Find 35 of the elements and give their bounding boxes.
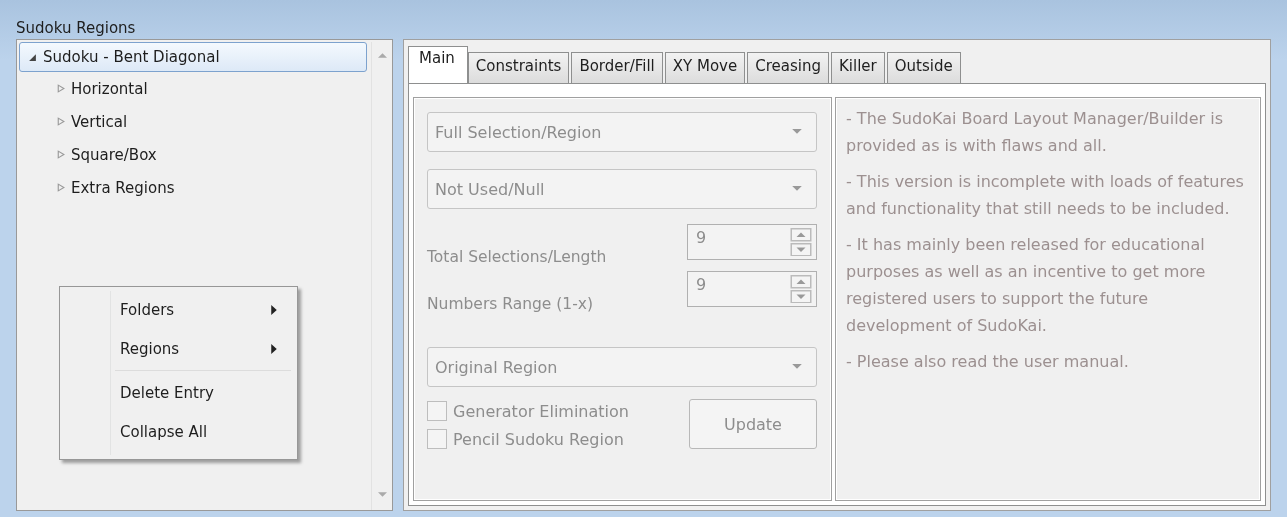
tab[interactable]: Creasing xyxy=(747,52,829,83)
scroll-down-icon[interactable] xyxy=(377,492,387,498)
scroll-up-icon[interactable] xyxy=(377,52,387,58)
window-title: Sudoku Regions xyxy=(16,18,137,39)
tab[interactable]: Outside xyxy=(886,52,961,83)
tree-item[interactable]: Extra Regions xyxy=(19,171,367,204)
dropdown-arrow-icon xyxy=(792,186,802,192)
tab[interactable]: Border/Fill xyxy=(571,52,663,83)
tree-item[interactable]: Sudoku - Bent Diagonal xyxy=(19,42,367,72)
note-paragraph: - This version is incomplete with loads of features and functionality that still needs to be included. xyxy=(846,171,1245,220)
menu-item[interactable]: Collapse All xyxy=(60,412,295,451)
menu-item[interactable]: Delete Entry xyxy=(60,373,295,412)
dropdown-arrow-icon xyxy=(792,364,802,370)
menu-item[interactable]: Regions xyxy=(60,329,295,368)
collapsed-triangle-icon[interactable] xyxy=(56,183,65,192)
field-label: Total Selections/Length xyxy=(427,248,607,266)
tab[interactable]: Constraints xyxy=(467,52,570,83)
tab[interactable]: XY Move xyxy=(664,52,746,83)
menu-item[interactable]: Folders xyxy=(60,290,295,329)
note-paragraph: - It has mainly been released for educational purposes as well as an incentive to get more registered users to support the future development of SudoKai. xyxy=(846,234,1207,337)
collapsed-triangle-icon[interactable] xyxy=(56,84,65,93)
expanded-triangle-icon[interactable] xyxy=(28,52,37,62)
submenu-arrow-icon xyxy=(271,304,277,315)
note-paragraph: - Please also read the user manual. xyxy=(846,351,1130,373)
dropdown-arrow-icon xyxy=(792,129,802,135)
field-label: Numbers Range (1-x) xyxy=(427,295,594,313)
note-paragraph: - The SudoKai Board Layout Manager/Builder is provided as is with flaws and all. xyxy=(846,108,1225,157)
tree-item[interactable]: Horizontal xyxy=(19,72,367,105)
tree-item[interactable]: Square/Box xyxy=(19,138,367,171)
tab[interactable]: Killer xyxy=(831,52,885,83)
tab[interactable]: Main xyxy=(408,46,468,83)
collapsed-triangle-icon[interactable] xyxy=(56,150,65,159)
submenu-arrow-icon xyxy=(271,343,277,354)
collapsed-triangle-icon[interactable] xyxy=(56,117,65,126)
tree-item[interactable]: Vertical xyxy=(19,105,367,138)
